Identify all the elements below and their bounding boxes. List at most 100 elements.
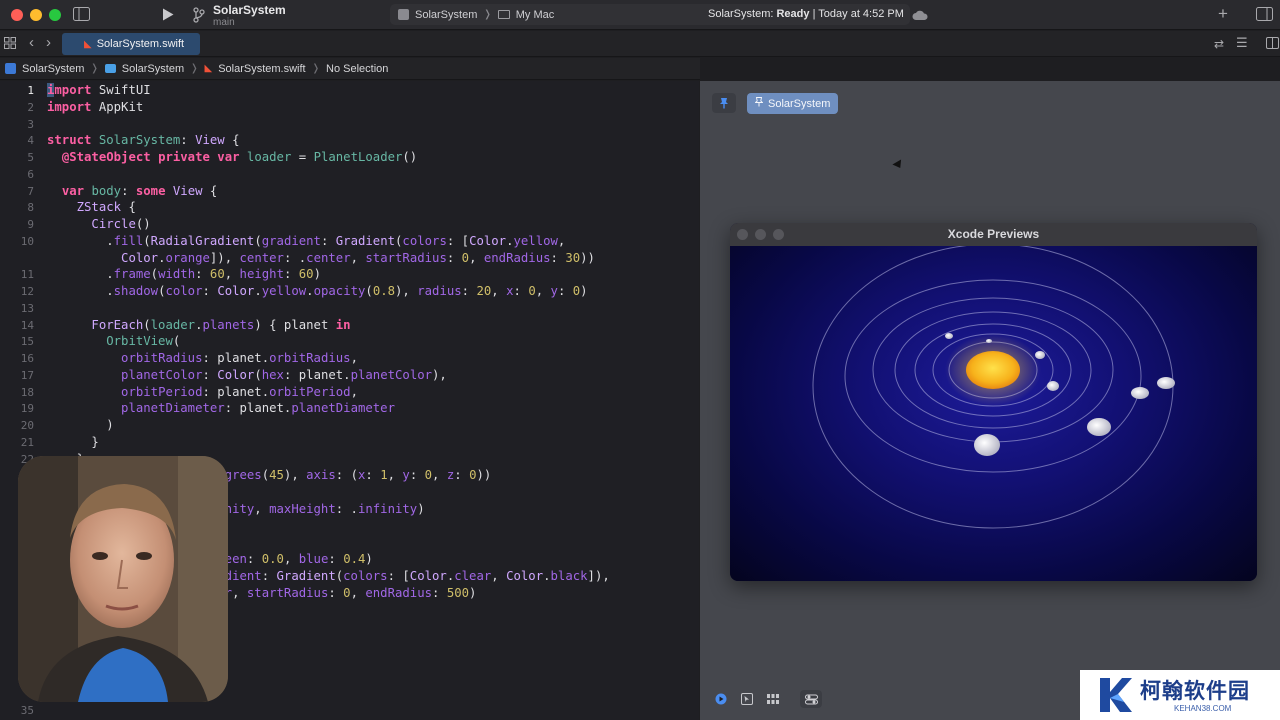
presenter-webcam-overlay bbox=[18, 456, 228, 702]
code-line[interactable]: 7 var body: some View { bbox=[0, 183, 699, 200]
code-text[interactable]: import SwiftUI bbox=[47, 82, 151, 99]
jump-bar: SolarSystem ❭ SolarSystem ❭ ◣ SolarSyste… bbox=[0, 58, 700, 80]
line-number: 14 bbox=[20, 318, 34, 332]
run-play-icon[interactable] bbox=[162, 8, 174, 23]
destination-label[interactable]: My Mac bbox=[516, 9, 555, 21]
line-number: 15 bbox=[20, 335, 34, 349]
code-text[interactable]: Color.orange]), center: .center, startRa… bbox=[47, 250, 595, 267]
jumpbar-group[interactable]: SolarSystem bbox=[122, 63, 184, 75]
code-text[interactable]: } bbox=[47, 434, 98, 451]
editor-options-icon[interactable]: ☰ bbox=[1236, 36, 1248, 50]
code-line[interactable]: 2 import AppKit bbox=[0, 99, 699, 116]
line-number: 6 bbox=[27, 167, 34, 181]
close-window-button[interactable] bbox=[11, 9, 23, 21]
code-line[interactable]: 9 Circle() bbox=[0, 216, 699, 233]
navigator-toggle-icon[interactable] bbox=[73, 7, 90, 23]
pin-icon bbox=[754, 97, 764, 110]
variants-grid-icon[interactable] bbox=[764, 690, 782, 708]
code-line[interactable]: 15 OrbitView( bbox=[0, 333, 699, 350]
code-text[interactable]: @StateObject private var loader = Planet… bbox=[47, 149, 417, 166]
code-line[interactable]: 4 struct SolarSystem: View { bbox=[0, 132, 699, 149]
code-text[interactable]: ZStack { bbox=[47, 199, 136, 216]
code-line[interactable]: 35 bbox=[0, 702, 699, 719]
code-text[interactable]: ForEach(loader.planets) { planet in bbox=[47, 317, 350, 334]
code-line[interactable]: Color.orange]), center: .center, startRa… bbox=[0, 250, 699, 267]
live-preview-icon[interactable] bbox=[712, 690, 730, 708]
back-chevron-icon[interactable]: ‹ bbox=[29, 35, 34, 50]
code-text[interactable]: struct SolarSystem: View { bbox=[47, 132, 240, 149]
tab-solarsystem-swift[interactable]: ◣ SolarSystem.swift bbox=[62, 33, 200, 55]
planet bbox=[986, 339, 992, 343]
branch-icon bbox=[193, 7, 205, 25]
chevron-right-icon: ❭ bbox=[311, 63, 321, 74]
code-line[interactable]: 18 orbitPeriod: planet.orbitPeriod, bbox=[0, 384, 699, 401]
activity-view[interactable]: SolarSystem ❭ My Mac SolarSystem: Ready … bbox=[390, 4, 910, 25]
line-number: 11 bbox=[20, 268, 34, 282]
planet bbox=[945, 333, 953, 339]
device-settings-icon[interactable] bbox=[800, 690, 822, 708]
code-line[interactable]: 10 .fill(RadialGradient(gradient: Gradie… bbox=[0, 233, 699, 250]
chevron-right-icon: ❭ bbox=[483, 9, 492, 20]
jumpbar-symbol[interactable]: No Selection bbox=[326, 63, 388, 75]
cloud-icon[interactable] bbox=[912, 9, 928, 23]
jumpbar-file[interactable]: SolarSystem.swift bbox=[218, 63, 305, 75]
zoom-window-button[interactable] bbox=[49, 9, 61, 21]
code-line[interactable]: 21 } bbox=[0, 434, 699, 451]
monitor-icon bbox=[497, 10, 510, 19]
code-line[interactable]: 11 .frame(width: 60, height: 60) bbox=[0, 266, 699, 283]
scheme-target-label[interactable]: SolarSystem bbox=[415, 9, 477, 21]
line-number: 12 bbox=[20, 285, 34, 298]
code-text[interactable]: import AppKit bbox=[47, 99, 143, 116]
code-line[interactable]: 5 @StateObject private var loader = Plan… bbox=[0, 149, 699, 166]
line-number: 5 bbox=[27, 151, 34, 164]
planet bbox=[974, 434, 1000, 456]
code-line[interactable]: 13 bbox=[0, 300, 699, 317]
sun bbox=[966, 351, 1020, 389]
code-line[interactable]: 17 planetColor: Color(hex: planet.planet… bbox=[0, 367, 699, 384]
swift-file-icon: ◣ bbox=[84, 38, 92, 50]
forward-chevron-icon[interactable]: › bbox=[46, 35, 51, 50]
xcode-previews-window[interactable]: Xcode Previews bbox=[730, 223, 1257, 581]
code-text[interactable]: orbitRadius: planet.orbitRadius, bbox=[47, 350, 358, 367]
editor-tab-bar: ‹ › ◣ SolarSystem.swift ⇄ ☰ bbox=[0, 31, 1280, 57]
status-time: | Today at 4:52 PM bbox=[812, 8, 904, 20]
watermark-logo: 柯翰软件园 KEHAN38.COM bbox=[1080, 670, 1280, 720]
code-text[interactable]: .shadow(color: Color.yellow.opacity(0.8)… bbox=[47, 283, 587, 300]
line-number: 3 bbox=[27, 117, 34, 131]
selectable-mode-icon[interactable] bbox=[738, 690, 756, 708]
related-items-icon[interactable]: ⇄ bbox=[1214, 37, 1224, 51]
code-text[interactable]: .frame(width: 60, height: 60) bbox=[47, 266, 321, 283]
preview-pinned-chip[interactable]: SolarSystem bbox=[747, 93, 839, 114]
code-text[interactable]: planetColor: Color(hex: planet.planetCol… bbox=[47, 367, 447, 384]
code-line[interactable]: 6 bbox=[0, 166, 699, 183]
code-line[interactable]: 8 ZStack { bbox=[0, 199, 699, 216]
code-line[interactable]: 19 planetDiameter: planet.planetDiameter bbox=[0, 400, 699, 417]
code-text[interactable]: planetDiameter: planet.planetDiameter bbox=[47, 400, 395, 417]
grid-icon[interactable] bbox=[4, 37, 16, 51]
app-target-icon bbox=[398, 9, 409, 20]
code-line[interactable]: 3 bbox=[0, 116, 699, 133]
inspector-toggle-icon[interactable] bbox=[1256, 7, 1273, 23]
pin-icon[interactable] bbox=[712, 93, 736, 113]
code-text[interactable]: ) bbox=[47, 417, 113, 434]
code-line[interactable]: 12 .shadow(color: Color.yellow.opacity(0… bbox=[0, 283, 699, 300]
planet bbox=[1035, 351, 1045, 359]
jumpbar-project[interactable]: SolarSystem bbox=[22, 63, 84, 75]
code-text[interactable]: Circle() bbox=[47, 216, 150, 233]
split-editor-icon[interactable] bbox=[1266, 37, 1279, 51]
chevron-right-icon: ❭ bbox=[90, 63, 99, 74]
minimize-window-button[interactable] bbox=[30, 9, 42, 21]
code-text[interactable]: var body: some View { bbox=[47, 183, 218, 200]
code-text[interactable]: .fill(RadialGradient(gradient: Gradient(… bbox=[47, 233, 565, 250]
code-line[interactable]: 16 orbitRadius: planet.orbitRadius, bbox=[0, 350, 699, 367]
code-line[interactable]: 20 ) bbox=[0, 417, 699, 434]
line-number: 4 bbox=[27, 134, 34, 148]
line-number: 19 bbox=[20, 402, 34, 416]
code-line[interactable]: 14 ForEach(loader.planets) { planet in bbox=[0, 317, 699, 334]
code-text[interactable]: OrbitView( bbox=[47, 333, 180, 350]
planet bbox=[1047, 381, 1059, 391]
add-icon[interactable]: + bbox=[1218, 5, 1228, 22]
code-line[interactable]: 1 import SwiftUI bbox=[0, 82, 699, 99]
code-text[interactable]: orbitPeriod: planet.orbitPeriod, bbox=[47, 384, 358, 401]
project-name[interactable]: SolarSystem bbox=[213, 3, 286, 17]
